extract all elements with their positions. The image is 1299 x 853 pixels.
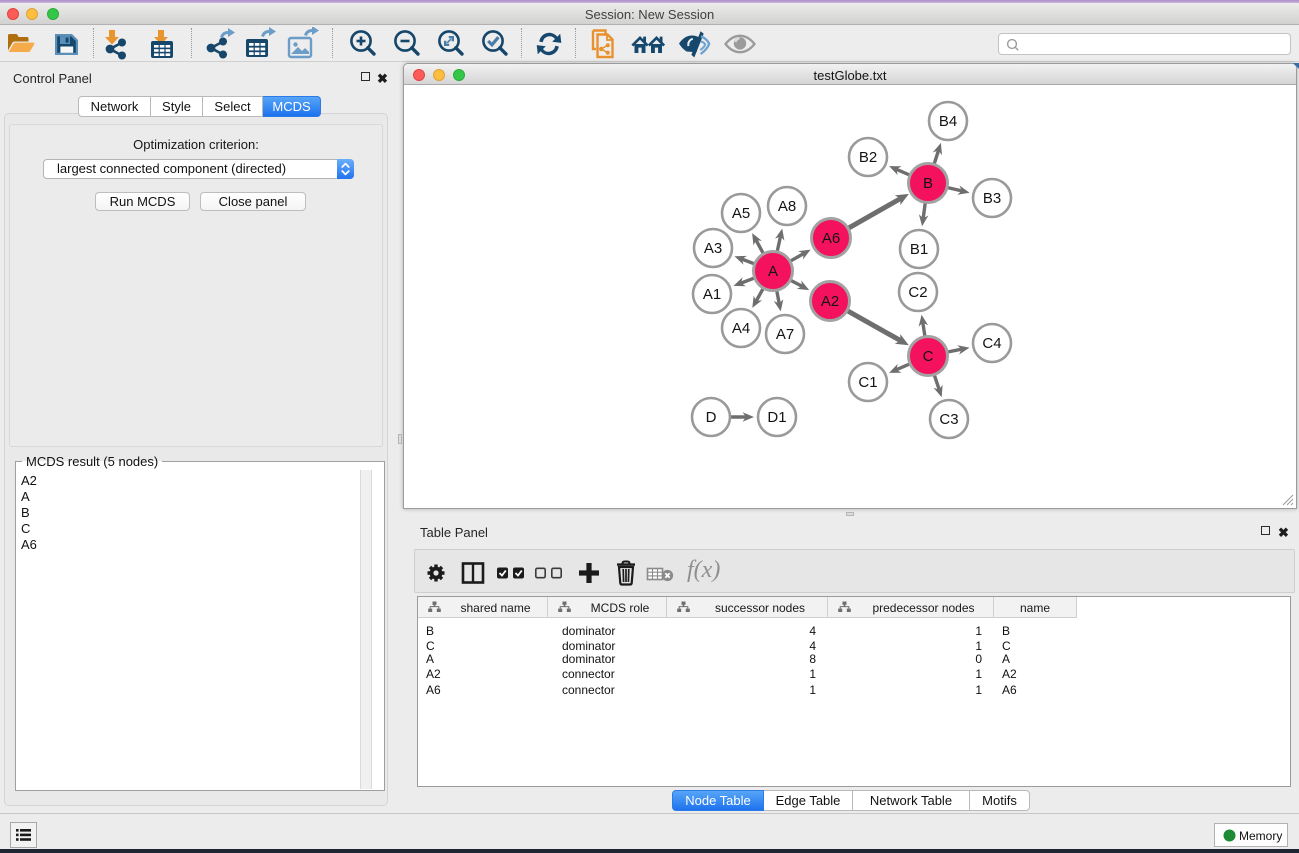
- svg-text:C: C: [923, 348, 934, 365]
- svg-text:B2: B2: [859, 149, 877, 166]
- svg-text:C1: C1: [858, 374, 877, 391]
- svg-text:A2: A2: [821, 293, 839, 310]
- svg-text:D: D: [706, 409, 717, 426]
- svg-text:B3: B3: [983, 190, 1001, 207]
- svg-text:A5: A5: [732, 205, 750, 222]
- svg-text:A4: A4: [732, 320, 750, 337]
- svg-text:A3: A3: [704, 240, 722, 257]
- svg-text:C2: C2: [908, 284, 927, 301]
- svg-text:A8: A8: [778, 198, 796, 215]
- svg-text:B: B: [923, 175, 933, 192]
- svg-text:A6: A6: [822, 230, 840, 247]
- svg-text:C3: C3: [939, 411, 958, 428]
- svg-text:A: A: [768, 263, 778, 280]
- svg-text:A7: A7: [776, 326, 794, 343]
- svg-text:D1: D1: [767, 409, 786, 426]
- svg-text:B1: B1: [910, 241, 928, 258]
- svg-text:C4: C4: [982, 335, 1001, 352]
- svg-text:B4: B4: [939, 113, 957, 130]
- svg-text:A1: A1: [703, 286, 721, 303]
